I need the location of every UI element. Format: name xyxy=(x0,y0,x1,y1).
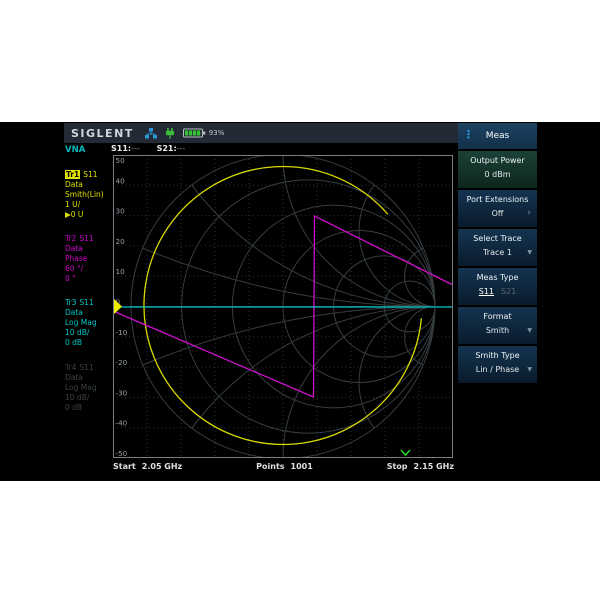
y-axis-tick-label: -50 xyxy=(116,449,128,458)
sweep-points: Points1001 xyxy=(256,462,313,471)
channel-header: S11:--- S21:--- xyxy=(111,144,185,153)
s11-header-label: S11: xyxy=(111,144,131,153)
trace-id: Tr3 xyxy=(65,298,76,307)
dropdown-arrow-icon: ▼ xyxy=(527,327,532,334)
app-mode-label[interactable]: VNA xyxy=(65,145,85,155)
trace-id: Tr4 xyxy=(65,363,76,372)
trace-detail-line: 1 U/ xyxy=(65,200,113,210)
sweep-progress-marker-icon xyxy=(401,450,410,455)
trace-detail-line: ▶0 U xyxy=(65,210,113,220)
trace-detail-line: Log Mag xyxy=(65,383,113,393)
menu-item-format[interactable]: Format Smith▼ xyxy=(458,307,537,344)
sweep-footer: Start2.05 GHz Points1001 Stop2.15 GHz xyxy=(113,462,454,471)
trace-detail-line: 0 ° xyxy=(65,274,113,284)
menu-item-smith-type[interactable]: Smith Type Lin / Phase▼ xyxy=(458,346,537,383)
trace-detail-line: Log Mag xyxy=(65,318,113,328)
lan-icon xyxy=(145,128,157,139)
screen-band: SIGLENT 93% VNA Tr1S11DataSmith(Lin)1 U/… xyxy=(0,122,600,481)
y-axis-tick-label: 10 xyxy=(116,267,126,276)
dropdown-arrow-icon: ▼ xyxy=(527,366,532,373)
y-axis-tick-label: 40 xyxy=(116,176,126,185)
menu-item-port-extensions[interactable]: Port Extensions Off› xyxy=(458,190,537,227)
trace-id: Tr1 xyxy=(65,170,80,179)
battery-percent: 93% xyxy=(209,129,225,137)
page: { "statusbar": { "brand": "SIGLENT", "ba… xyxy=(0,0,600,600)
s11-header-value: --- xyxy=(131,144,140,153)
menu-item-select-trace[interactable]: Select Trace Trace 1▼ xyxy=(458,229,537,266)
plot-area[interactable]: 50403020100-10-20-30-40-50 xyxy=(113,155,453,458)
battery-icon xyxy=(183,128,206,138)
y-axis-tick-label: -40 xyxy=(116,419,128,428)
topbar: SIGLENT 93% xyxy=(64,123,458,143)
y-axis-tick-label: -20 xyxy=(116,358,128,367)
trace-block-tr4[interactable]: Tr4S11DataLog Mag10 dB/0 dB xyxy=(65,363,113,413)
brand-logo: SIGLENT xyxy=(71,127,134,140)
menu-item-meas-type[interactable]: Meas Type S11S21 xyxy=(458,268,537,305)
meas-type-s21[interactable]: S21 xyxy=(501,287,516,296)
menu-item-output-power[interactable]: Output Power 0 dBm xyxy=(458,151,537,188)
power-plug-icon xyxy=(165,128,175,139)
y-axis-tick-label: 20 xyxy=(116,237,126,246)
menu-header[interactable]: ⋮ Meas xyxy=(458,123,537,149)
start-frequency: Start2.05 GHz xyxy=(113,462,182,471)
soft-menu: ⋮ Meas Output Power 0 dBm Port Extension… xyxy=(458,123,537,385)
trace-parameter: S11 xyxy=(79,298,93,307)
s21-header-value: --- xyxy=(177,144,186,153)
menu-title: Meas xyxy=(486,131,510,141)
trace-parameter: S11 xyxy=(79,363,93,372)
trace-detail-line: Data xyxy=(65,180,113,190)
menu-handle-icon: ⋮ xyxy=(463,127,474,143)
trace-detail-line: Data xyxy=(65,308,113,318)
trace-parameter: S11 xyxy=(83,170,97,179)
trace-detail-line: 0 dB xyxy=(65,338,113,348)
trace-detail-line: 10 dB/ xyxy=(65,328,113,338)
meas-type-s11[interactable]: S11 xyxy=(479,287,494,296)
trace-parameter: S11 xyxy=(79,234,93,243)
trace-block-tr3[interactable]: Tr3S11DataLog Mag10 dB/0 dB xyxy=(65,298,113,348)
plot-canvas: 50403020100-10-20-30-40-50 xyxy=(113,155,453,458)
chevron-right-icon: › xyxy=(527,208,531,218)
s21-header-label: S21: xyxy=(157,144,177,153)
trace-detail-line: 60 °/ xyxy=(65,264,113,274)
trace-block-tr1[interactable]: Tr1S11DataSmith(Lin)1 U/▶0 U xyxy=(65,170,113,220)
y-axis-tick-label: -10 xyxy=(116,328,128,337)
trace-detail-line: 0 dB xyxy=(65,403,113,413)
trace-block-tr2[interactable]: Tr2S11DataPhase60 °/0 ° xyxy=(65,234,113,284)
y-axis-tick-label: 50 xyxy=(116,156,126,165)
trace-detail-line: 10 dB/ xyxy=(65,393,113,403)
trace-detail-line: Smith(Lin) xyxy=(65,190,113,200)
trace-detail-line: Data xyxy=(65,244,113,254)
y-axis-tick-label: 30 xyxy=(116,207,126,216)
y-axis-tick-label: -30 xyxy=(116,388,128,397)
trace-detail-line: Phase xyxy=(65,254,113,264)
trace-id: Tr2 xyxy=(65,234,76,243)
stop-frequency: Stop2.15 GHz xyxy=(387,462,454,471)
trace-detail-line: Data xyxy=(65,373,113,383)
dropdown-arrow-icon: ▼ xyxy=(527,249,532,256)
vna-screen: SIGLENT 93% VNA Tr1S11DataSmith(Lin)1 U/… xyxy=(62,122,537,481)
